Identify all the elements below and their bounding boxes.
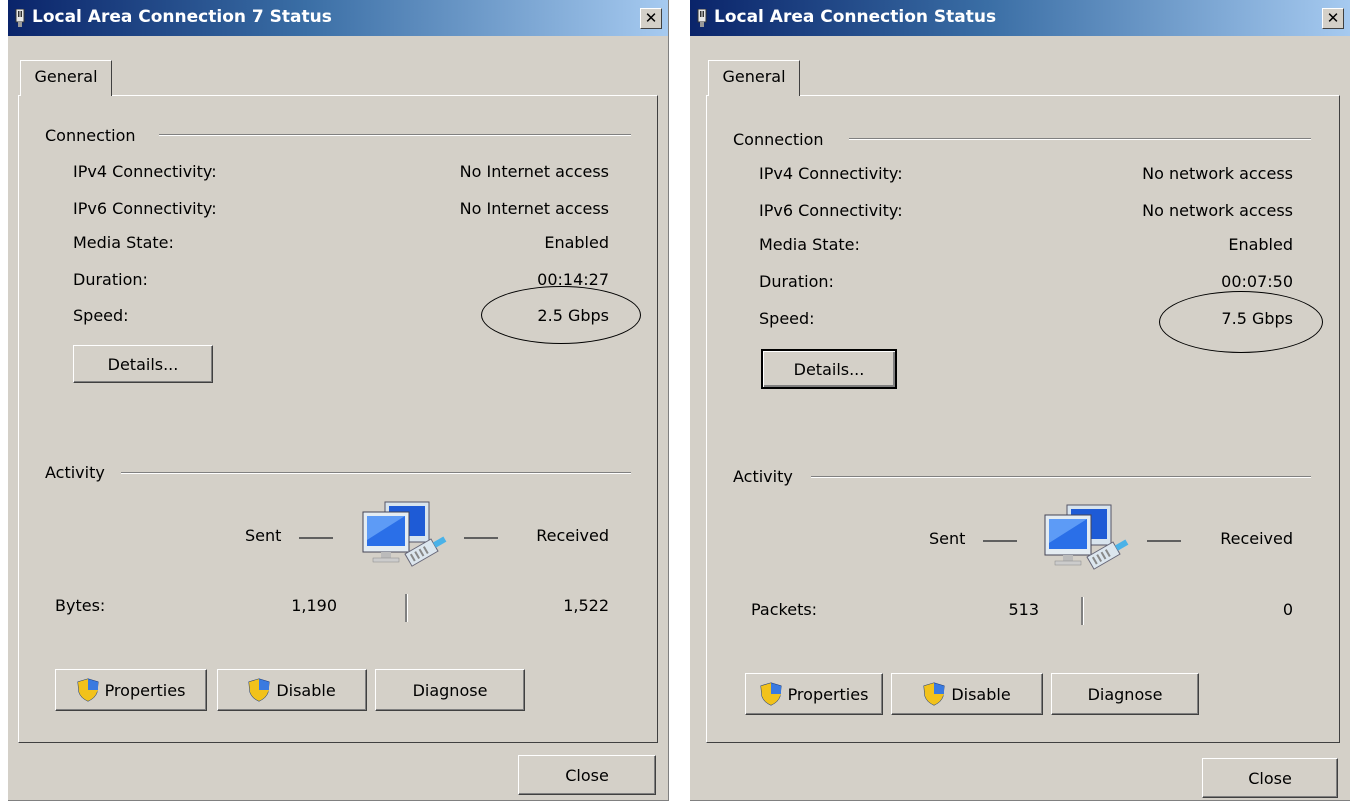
- properties-button[interactable]: Properties: [745, 673, 883, 715]
- connection-heading: Connection: [733, 130, 836, 149]
- speed-label: Speed:: [73, 306, 129, 325]
- tab-general[interactable]: General: [708, 60, 800, 96]
- network-computers-icon: [362, 501, 447, 567]
- activity-separator: [1081, 597, 1084, 625]
- duration-label: Duration:: [759, 272, 834, 291]
- bytes-sent-value: 1,190: [291, 596, 337, 615]
- activity-heading: Activity: [45, 463, 117, 482]
- sent-label: Sent: [245, 526, 282, 545]
- duration-value: 00:14:27: [537, 270, 609, 289]
- packets-label: Packets:: [751, 600, 818, 619]
- activity-heading: Activity: [733, 467, 805, 486]
- activity-separator: [405, 594, 408, 622]
- uac-shield-icon: [77, 678, 99, 702]
- activity-divider: [811, 476, 1311, 478]
- received-dash: [1147, 540, 1181, 542]
- connection-heading: Connection: [45, 126, 148, 145]
- disable-button[interactable]: Disable: [891, 673, 1043, 715]
- packets-received-value: 0: [1282, 600, 1293, 619]
- connection-divider: [159, 134, 631, 136]
- status-dialog-lac7: Local Area Connection 7 Status ✕ General…: [8, 0, 669, 801]
- ipv4-label: IPv4 Connectivity:: [759, 164, 903, 183]
- network-adapter-icon: [15, 9, 25, 27]
- media-state-value: Enabled: [1228, 235, 1293, 254]
- packets-sent-value: 513: [1008, 600, 1039, 619]
- close-button[interactable]: Close: [1202, 758, 1338, 798]
- received-label: Received: [536, 526, 609, 545]
- window-title: Local Area Connection 7 Status: [32, 7, 332, 27]
- uac-shield-icon: [760, 682, 782, 706]
- details-button[interactable]: Details...: [761, 349, 897, 389]
- media-state-label: Media State:: [73, 233, 174, 252]
- activity-divider: [121, 472, 631, 474]
- speed-value: 7.5 Gbps: [1221, 309, 1293, 328]
- bytes-label: Bytes:: [55, 596, 106, 615]
- media-state-label: Media State:: [759, 235, 860, 254]
- tab-panel: Connection IPv4 Connectivity: No Interne…: [18, 95, 658, 743]
- received-label: Received: [1220, 529, 1293, 548]
- connection-divider: [849, 138, 1311, 140]
- speed-value: 2.5 Gbps: [537, 306, 609, 325]
- uac-shield-icon: [923, 682, 945, 706]
- disable-button-label: Disable: [951, 684, 1011, 704]
- close-button[interactable]: Close: [518, 755, 656, 795]
- network-adapter-icon: [697, 9, 707, 27]
- disable-button-label: Disable: [276, 680, 336, 700]
- ipv6-label: IPv6 Connectivity:: [759, 201, 903, 220]
- title-bar[interactable]: Local Area Connection Status ✕: [690, 0, 1350, 36]
- media-state-value: Enabled: [544, 233, 609, 252]
- ipv6-value: No Internet access: [459, 199, 609, 218]
- properties-button-label: Properties: [104, 680, 186, 700]
- ipv4-label: IPv4 Connectivity:: [73, 162, 217, 181]
- ipv4-value: No Internet access: [459, 162, 609, 181]
- sent-dash: [983, 540, 1017, 542]
- tab-general[interactable]: General: [20, 60, 112, 96]
- speed-label: Speed:: [759, 309, 815, 328]
- tab-panel: Connection IPv4 Connectivity: No network…: [706, 95, 1340, 743]
- properties-button[interactable]: Properties: [55, 669, 207, 711]
- title-close-button[interactable]: ✕: [1322, 8, 1344, 29]
- ipv6-value: No network access: [1142, 201, 1293, 220]
- window-title: Local Area Connection Status: [714, 7, 997, 27]
- sent-label: Sent: [929, 529, 966, 548]
- duration-label: Duration:: [73, 270, 148, 289]
- diagnose-button[interactable]: Diagnose: [375, 669, 525, 711]
- duration-value: 00:07:50: [1221, 272, 1293, 291]
- ipv6-label: IPv6 Connectivity:: [73, 199, 217, 218]
- diagnose-button[interactable]: Diagnose: [1051, 673, 1199, 715]
- disable-button[interactable]: Disable: [217, 669, 367, 711]
- bytes-received-value: 1,522: [563, 596, 609, 615]
- details-button[interactable]: Details...: [73, 345, 213, 383]
- title-bar[interactable]: Local Area Connection 7 Status ✕: [8, 0, 668, 36]
- uac-shield-icon: [248, 678, 270, 702]
- sent-dash: [299, 537, 333, 539]
- properties-button-label: Properties: [787, 684, 869, 704]
- title-close-button[interactable]: ✕: [640, 8, 662, 29]
- received-dash: [464, 537, 498, 539]
- network-computers-icon: [1044, 504, 1129, 570]
- ipv4-value: No network access: [1142, 164, 1293, 183]
- status-dialog-lac: Local Area Connection Status ✕ General C…: [690, 0, 1350, 801]
